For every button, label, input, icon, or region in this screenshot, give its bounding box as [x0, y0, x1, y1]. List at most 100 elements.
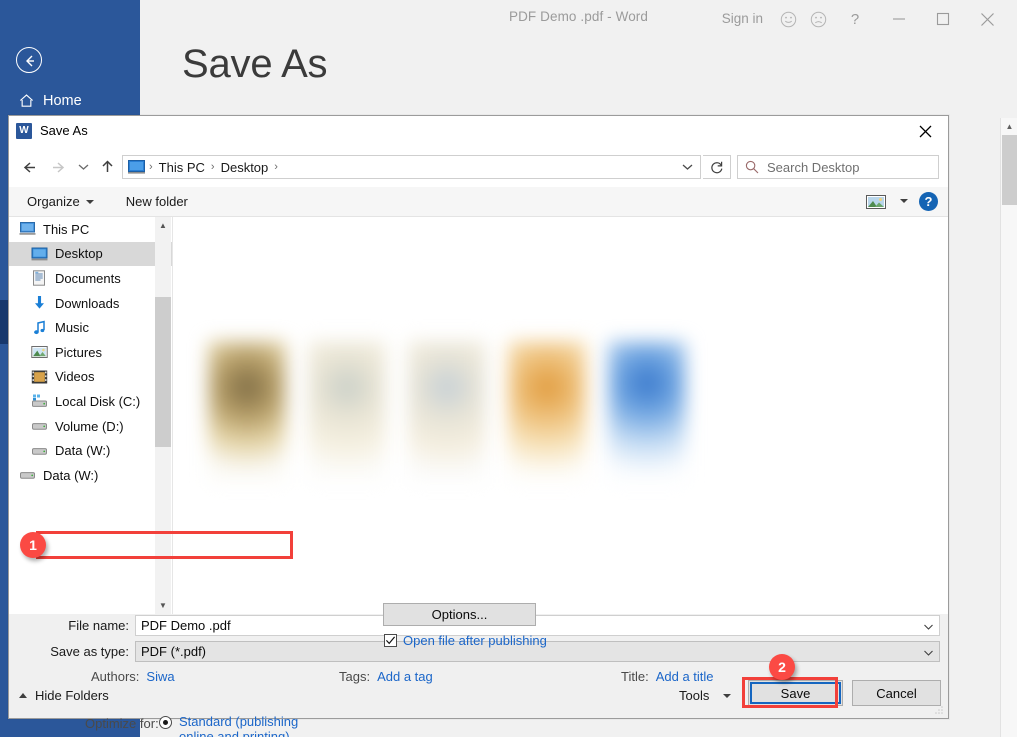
scroll-up-icon[interactable]: ▲ — [1001, 118, 1017, 135]
backstage-scrollbar[interactable]: ▲ — [1000, 118, 1017, 737]
back-arrow-icon[interactable] — [16, 47, 42, 73]
hide-folders-button[interactable]: Hide Folders — [19, 688, 109, 703]
tree-item-label: Data (W:) — [43, 467, 99, 483]
radio-standard[interactable] — [159, 716, 172, 729]
breadcrumb-separator-2: › — [274, 161, 278, 173]
close-glyph — [980, 12, 994, 26]
word-app-icon: W — [16, 123, 32, 139]
tree-scrollbar-thumb[interactable] — [155, 297, 171, 447]
radio-standard-dot — [163, 720, 168, 725]
search-input[interactable]: Search Desktop — [737, 155, 939, 179]
up-icon — [102, 160, 113, 172]
desktop-icon — [31, 247, 48, 261]
refresh-button[interactable] — [703, 155, 731, 179]
authors-value[interactable]: Siwa — [146, 669, 174, 684]
view-mode-chevron-down-icon[interactable] — [900, 199, 908, 203]
maximize-icon[interactable] — [921, 0, 965, 38]
file-thumbnail-2[interactable] — [308, 341, 386, 481]
frowny-feedback-icon[interactable] — [803, 0, 833, 38]
drive-icon — [32, 447, 47, 455]
chevron-up-icon — [19, 693, 27, 698]
minimize-glyph — [893, 18, 905, 20]
organize-button[interactable]: Organize — [17, 187, 104, 217]
sign-in-button[interactable]: Sign in — [712, 0, 773, 38]
scrollbar-thumb[interactable] — [1002, 135, 1017, 205]
drive-icon — [32, 423, 47, 430]
dialog-close-glyph — [919, 125, 931, 137]
videos-icon — [31, 370, 48, 384]
screenshot-root: Home PDF Demo .pdf - Word Sign in ? Save… — [0, 0, 1017, 737]
close-icon[interactable] — [965, 0, 1009, 38]
new-folder-label: New folder — [125, 194, 188, 209]
maximize-glyph — [936, 12, 950, 26]
breadcrumb-item-this-pc[interactable]: This PC — [155, 160, 209, 175]
radio-standard-label: Standard (publishing online and printing… — [179, 714, 298, 737]
save-as-dialog: W Save As › This PC › Desktop › Search D… — [8, 115, 949, 737]
tags-field[interactable]: Tags: Add a tag — [339, 669, 433, 684]
tree-item-label: Videos — [55, 369, 95, 385]
chevron-down-icon — [85, 199, 94, 204]
home-icon — [19, 94, 34, 107]
dialog-help-button[interactable]: ? — [919, 192, 938, 211]
tree-item-label: Volume (D:) — [55, 418, 124, 434]
file-thumbnail-1[interactable] — [208, 341, 286, 481]
authors-field[interactable]: Authors: Siwa — [91, 669, 175, 684]
title-label: Title: — [621, 669, 649, 684]
tree-scroll-down-icon[interactable]: ▼ — [155, 597, 171, 614]
smiley-feedback-icon[interactable] — [773, 0, 803, 38]
refresh-icon — [710, 161, 722, 174]
chevron-down-icon — [78, 164, 88, 170]
save-as-type-value: PDF (*.pdf) — [141, 644, 207, 659]
annotation-badge-1: 1 — [20, 532, 46, 558]
breadcrumb-item-desktop[interactable]: Desktop — [217, 160, 273, 175]
file-list[interactable] — [172, 217, 948, 614]
thumbnail-row — [208, 341, 686, 481]
tree-scrollbar[interactable]: ▲ ▼ — [155, 217, 171, 614]
options-button[interactable]: Options... — [383, 603, 536, 626]
breadcrumb-separator-1: › — [210, 161, 215, 173]
annotation-badge-2: 2 — [769, 654, 795, 680]
tree-item-label: Pictures — [55, 344, 102, 360]
optimize-for-label: Optimize for: — [85, 716, 159, 731]
dialog-close-icon[interactable] — [902, 116, 948, 146]
tree-scroll-up-icon[interactable]: ▲ — [155, 217, 171, 234]
title-value[interactable]: Add a title — [656, 669, 714, 684]
checkbox-box[interactable] — [384, 634, 397, 647]
open-after-publishing-label: Open file after publishing — [403, 633, 547, 648]
file-name-value: PDF Demo .pdf — [141, 618, 231, 633]
file-thumbnail-3[interactable] — [408, 341, 486, 481]
radio-standard-line1: Standard (publishing — [179, 714, 299, 729]
nav-back-button[interactable] — [15, 153, 44, 181]
title-field[interactable]: Title: Add a title — [621, 669, 714, 684]
view-mode-icon[interactable] — [866, 193, 886, 211]
tree-item-label: Downloads — [55, 295, 120, 311]
optimize-radio-standard[interactable]: Standard (publishing online and printing… — [159, 714, 298, 737]
dialog-nav-bar: › This PC › Desktop › Search Desktop — [9, 147, 948, 187]
new-folder-button[interactable]: New folder — [116, 187, 198, 217]
file-thumbnail-5[interactable] — [608, 341, 686, 481]
chevron-down-icon[interactable] — [924, 624, 933, 630]
help-question-icon[interactable]: ? — [833, 0, 877, 38]
tags-value[interactable]: Add a tag — [377, 669, 433, 684]
music-icon — [34, 320, 45, 334]
chevron-down-icon[interactable] — [924, 650, 933, 656]
tree-item-label: Music — [55, 320, 89, 336]
organize-label: Organize — [27, 194, 80, 209]
radio-standard-line2: online and printing) — [179, 729, 290, 737]
breadcrumb[interactable]: › This PC › Desktop › — [122, 155, 701, 179]
sidebar-item-home-label: Home — [43, 92, 82, 109]
nav-up-button[interactable] — [93, 153, 122, 181]
minimize-icon[interactable] — [877, 0, 921, 38]
word-title-bar: PDF Demo .pdf - Word Sign in ? — [140, 0, 1017, 38]
resize-grip-icon[interactable] — [934, 705, 944, 715]
file-thumbnail-4[interactable] — [508, 341, 586, 481]
sidebar-item-home[interactable]: Home — [18, 92, 82, 109]
tree-item-label: Documents — [55, 270, 121, 286]
nav-recent-locations-button[interactable] — [73, 153, 93, 181]
cancel-button[interactable]: Cancel — [852, 680, 941, 706]
open-after-publishing-checkbox[interactable]: Open file after publishing — [384, 633, 547, 648]
cancel-button-label: Cancel — [876, 685, 917, 701]
chevron-down-icon[interactable] — [723, 693, 732, 698]
tools-button[interactable]: Tools — [679, 688, 732, 703]
breadcrumb-dropdown-button[interactable] — [675, 155, 701, 179]
